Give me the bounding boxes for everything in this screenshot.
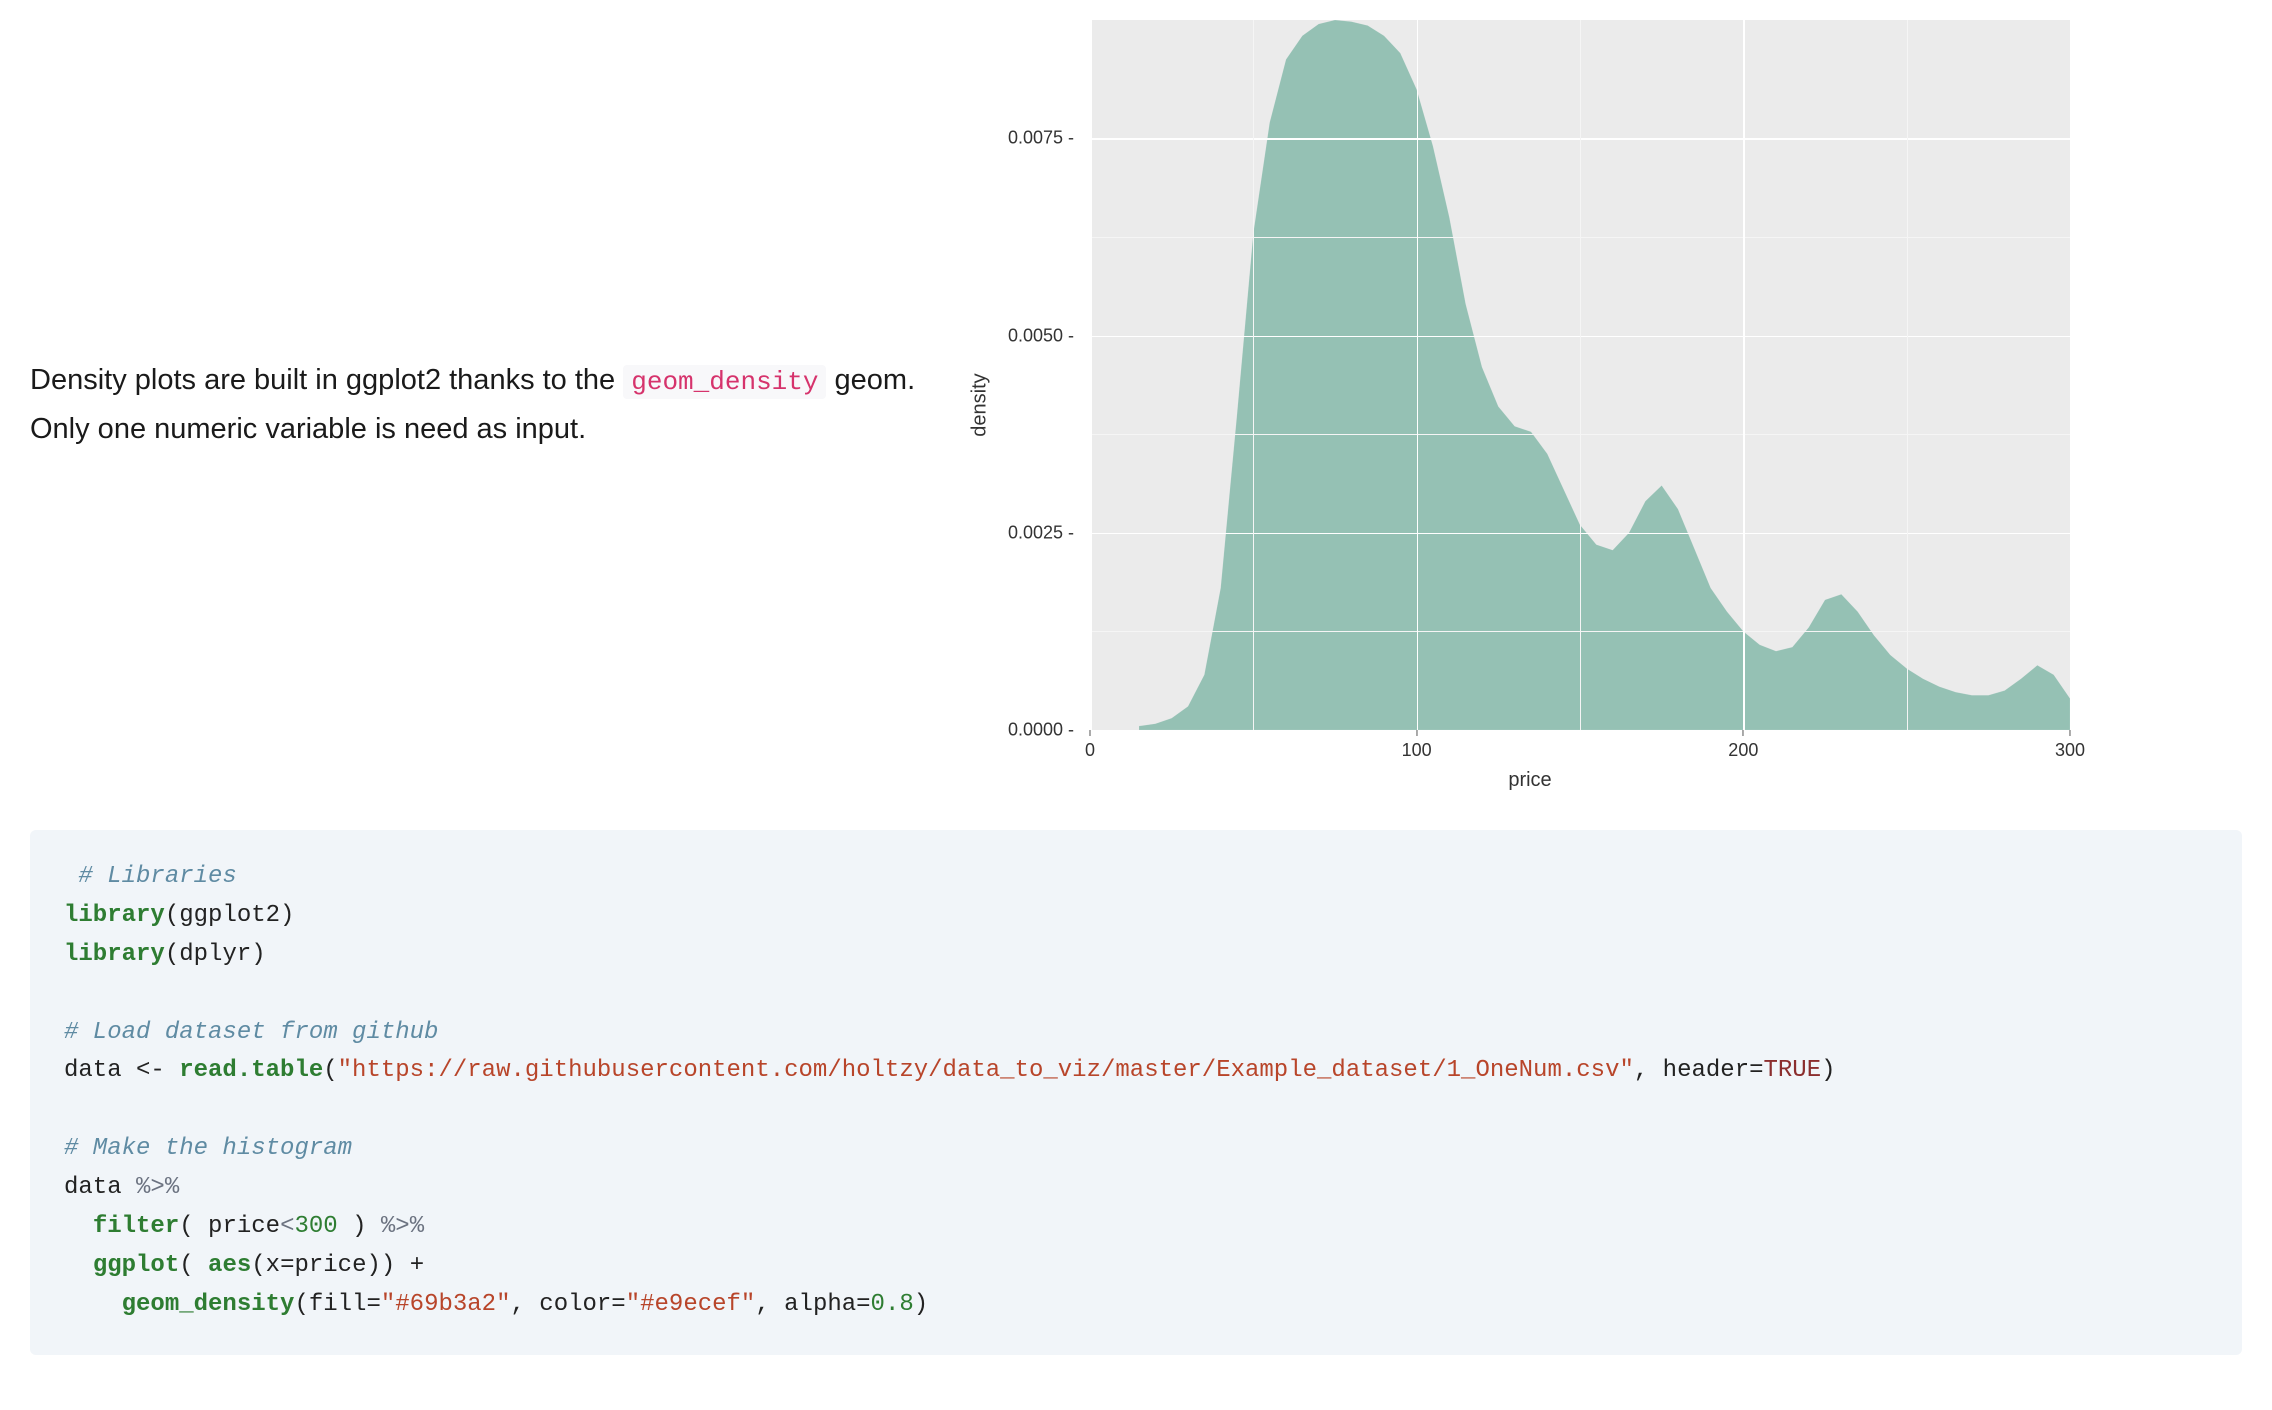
chart-x-label: price <box>1508 769 1551 792</box>
chart-frame: density 0.0000 -0.0025 -0.0050 -0.0075 -… <box>990 20 2070 790</box>
chart-x-tick: 100 <box>1402 740 1432 761</box>
code-line: # Make the histogram <box>64 1130 2208 1169</box>
code-line <box>64 975 2208 1014</box>
chart-y-ticks: 0.0000 - 0.0025 - 0.0050 - 0.0075 - <box>990 20 1082 790</box>
chart-x-tick: 200 <box>1728 740 1758 761</box>
description-before: Density plots are built in ggplot2 thank… <box>30 364 623 396</box>
chart-x-tick: 0 <box>1085 740 1095 761</box>
chart-y-label: density <box>969 373 992 436</box>
chart-plot-area <box>1090 20 2070 730</box>
description-text: Density plots are built in ggplot2 thank… <box>30 356 950 455</box>
page: Density plots are built in ggplot2 thank… <box>0 0 2272 1410</box>
code-line <box>64 1091 2208 1130</box>
chart-x-tick: 300 <box>2055 740 2085 761</box>
chart-x-ticks: 0100200300 <box>1090 736 2070 760</box>
code-line: data <- read.table("https://raw.githubus… <box>64 1052 2208 1091</box>
code-line: data %>% <box>64 1169 2208 1208</box>
chart-y-tick: 0.0075 - <box>1008 128 1074 149</box>
chart-y-tick: 0.0025 - <box>1008 522 1074 543</box>
code-line: geom_density(fill="#69b3a2", color="#e9e… <box>64 1286 2208 1325</box>
top-row: Density plots are built in ggplot2 thank… <box>0 0 2272 790</box>
inline-code: geom_density <box>623 365 826 399</box>
code-line: library(dplyr) <box>64 936 2208 975</box>
chart-y-tick: 0.0000 - <box>1008 720 1074 741</box>
code-line: ggplot( aes(x=price)) + <box>64 1247 2208 1286</box>
code-line: # Libraries <box>64 858 2208 897</box>
chart-column: density 0.0000 -0.0025 -0.0050 -0.0075 -… <box>990 20 2242 790</box>
code-line: filter( price<300 ) %>% <box>64 1208 2208 1247</box>
code-block: # Librarieslibrary(ggplot2)library(dplyr… <box>30 830 2242 1355</box>
chart-y-tick: 0.0050 - <box>1008 325 1074 346</box>
code-line: # Load dataset from github <box>64 1014 2208 1053</box>
code-line: library(ggplot2) <box>64 897 2208 936</box>
